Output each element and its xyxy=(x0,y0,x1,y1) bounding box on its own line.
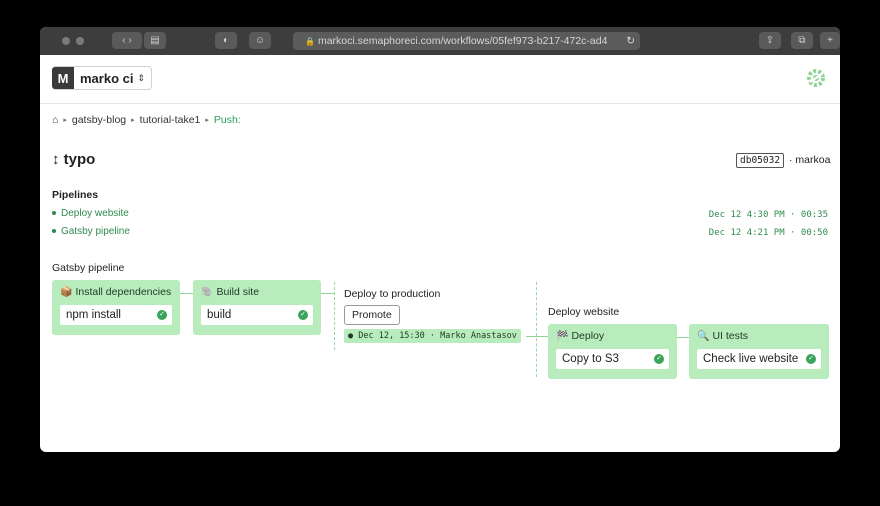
block-install-dependencies[interactable]: 📦 Install dependencies npm install ✓ xyxy=(52,280,180,335)
breadcrumb-current: Push: xyxy=(213,114,241,126)
connector-line xyxy=(180,293,193,294)
promotion-info[interactable]: ● Dec 12, 15:30 · Marko Anastasov xyxy=(344,329,521,343)
job-name: build xyxy=(207,309,232,321)
promotion-info-text: Dec 12, 15:30 · Marko Anastasov xyxy=(358,331,517,341)
connector-line xyxy=(677,337,689,338)
app-header: M marko ci ⇕ xyxy=(40,55,840,104)
check-icon: ✓ xyxy=(806,354,816,364)
pipeline-name: Gatsby pipeline xyxy=(61,226,130,237)
block-name: Install dependencies xyxy=(75,286,172,298)
org-switcher[interactable]: M marko ci ⇕ xyxy=(52,66,153,90)
check-icon: ✓ xyxy=(654,354,664,364)
breadcrumb-separator: ▸ xyxy=(131,117,135,124)
block-build-site[interactable]: 🐘 Build site build ✓ xyxy=(193,280,321,335)
block-name: Build site xyxy=(216,286,260,298)
semaphore-logo-icon[interactable] xyxy=(806,68,826,88)
promotion-title: Deploy to production xyxy=(344,288,441,300)
block-name: UI tests xyxy=(712,330,749,342)
org-name: marko ci xyxy=(80,70,134,86)
pipeline-meta: Dec 12 4:30 PM · 00:35 xyxy=(708,210,828,220)
block-header: 🏁 Deploy xyxy=(556,330,604,342)
check-icon: ✓ xyxy=(157,310,167,320)
browser-window: ‹ › ▤ ◐ ☺ 🔒 markoci.semaphoreci.com/workf… xyxy=(40,27,840,452)
org-avatar: M xyxy=(52,67,74,89)
pipeline-link[interactable]: Deploy website xyxy=(52,208,129,219)
connector-line xyxy=(321,293,335,294)
magnifier-icon: 🔍 xyxy=(697,331,710,342)
job-name: Check live website xyxy=(703,353,799,365)
block-deploy[interactable]: 🏁 Deploy Copy to S3 ✓ xyxy=(548,324,677,379)
commit-author: · markoa xyxy=(789,154,831,166)
pipeline-name: Deploy website xyxy=(61,208,129,219)
breadcrumb: ⌂ ▸ gatsby-blog ▸ tutorial-take1 ▸ Push: xyxy=(52,114,241,126)
status-dot-icon: ● xyxy=(348,331,354,341)
url-text: markoci.semaphoreci.com/workflows/05fef9… xyxy=(317,35,608,47)
breadcrumb-project[interactable]: gatsby-blog xyxy=(72,114,126,126)
tabs-icon[interactable]: ⧉ xyxy=(791,32,813,49)
chevron-updown-icon: ⇕ xyxy=(137,72,146,83)
pipeline-link[interactable]: Gatsby pipeline xyxy=(52,226,130,237)
commit-sha-badge[interactable]: db05032 xyxy=(736,153,785,168)
breadcrumb-separator: ▸ xyxy=(205,117,209,124)
back-forward-buttons[interactable]: ‹ › xyxy=(112,32,142,49)
block-name: Deploy xyxy=(571,330,605,342)
block-header: 🐘 Build site xyxy=(201,286,259,298)
lock-icon: 🔒 xyxy=(305,37,315,46)
promotion-divider xyxy=(334,282,335,350)
share-icon[interactable]: ⇪ xyxy=(759,32,781,49)
updown-arrow-icon: ↕ xyxy=(52,151,60,168)
window-dot[interactable] xyxy=(76,37,84,45)
promotion-divider xyxy=(536,282,537,377)
status-dot-icon xyxy=(52,229,56,234)
job-check-live-website[interactable]: Check live website ✓ xyxy=(697,349,821,369)
address-bar[interactable]: 🔒 markoci.semaphoreci.com/workflows/05fef… xyxy=(293,32,640,50)
job-npm-install[interactable]: npm install ✓ xyxy=(60,305,172,325)
privacy-icon[interactable]: ☺ xyxy=(249,32,271,49)
pipelines-heading: Pipelines xyxy=(52,189,99,201)
block-ui-tests[interactable]: 🔍 UI tests Check live website ✓ xyxy=(689,324,829,379)
pipeline-graph-title: Gatsby pipeline xyxy=(52,262,125,274)
workflow-name: typo xyxy=(63,151,96,168)
browser-toolbar: ‹ › ▤ ◐ ☺ 🔒 markoci.semaphoreci.com/workf… xyxy=(40,27,840,55)
connector-line xyxy=(526,336,548,337)
checkered-flag-icon: 🏁 xyxy=(556,331,569,342)
job-build[interactable]: build ✓ xyxy=(201,305,313,325)
extension-icon[interactable]: ◐ xyxy=(215,32,237,49)
breadcrumb-separator: ▸ xyxy=(63,117,67,124)
new-tab-button[interactable]: + xyxy=(820,32,840,49)
package-icon: 📦 xyxy=(60,287,73,298)
job-name: Copy to S3 xyxy=(562,353,619,365)
job-name: npm install xyxy=(66,309,121,321)
block-header: 🔍 UI tests xyxy=(697,330,748,342)
deploy-pipeline-title: Deploy website xyxy=(548,306,620,318)
sidebar-icon[interactable]: ▤ xyxy=(144,32,166,49)
home-icon[interactable]: ⌂ xyxy=(52,114,58,126)
job-copy-to-s3[interactable]: Copy to S3 ✓ xyxy=(556,349,669,369)
reload-icon[interactable]: ↻ xyxy=(626,32,635,50)
check-icon: ✓ xyxy=(298,310,308,320)
block-header: 📦 Install dependencies xyxy=(60,286,171,298)
window-dot[interactable] xyxy=(62,37,70,45)
breadcrumb-branch[interactable]: tutorial-take1 xyxy=(140,114,201,126)
promote-button[interactable]: Promote xyxy=(344,305,400,325)
pipeline-meta: Dec 12 4:21 PM · 00:50 xyxy=(708,228,828,238)
elephant-icon: 🐘 xyxy=(201,287,214,298)
status-dot-icon xyxy=(52,211,56,216)
workflow-title: ↕ typo xyxy=(52,151,95,168)
